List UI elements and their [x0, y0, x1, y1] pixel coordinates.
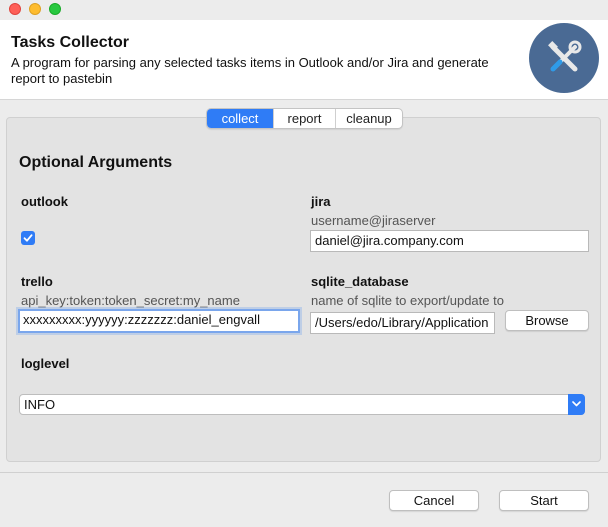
app-title: Tasks Collector — [11, 34, 129, 51]
trello-label: trello — [21, 274, 53, 289]
chevron-down-icon[interactable] — [568, 394, 585, 415]
app-header: Tasks Collector A program for parsing an… — [0, 20, 608, 100]
close-window-button[interactable] — [9, 3, 21, 15]
tab-bar: collect report cleanup — [206, 108, 403, 129]
minimize-window-button[interactable] — [29, 3, 41, 15]
jira-input[interactable]: daniel@jira.company.com — [310, 230, 589, 252]
trello-input[interactable]: xxxxxxxxx:yyyyyy:zzzzzzz:daniel_engvall — [18, 309, 300, 333]
section-title: Optional Arguments — [19, 154, 173, 171]
loglevel-label: loglevel — [21, 356, 70, 371]
window-titlebar — [0, 0, 608, 20]
tab-cleanup[interactable]: cleanup — [335, 109, 402, 128]
jira-hint: username@jiraserver — [311, 213, 436, 228]
sqlite-database-input[interactable]: /Users/edo/Library/Application — [310, 312, 495, 334]
tools-icon — [529, 23, 599, 93]
trello-hint: api_key:token:token_secret:my_name — [21, 293, 240, 308]
browse-button[interactable]: Browse — [505, 310, 589, 331]
sqlite-database-hint: name of sqlite to export/update to — [311, 293, 504, 308]
maximize-window-button[interactable] — [49, 3, 61, 15]
loglevel-select[interactable]: INFO — [19, 394, 585, 415]
jira-label: jira — [311, 194, 331, 209]
footer-divider — [0, 472, 608, 473]
checkmark-icon — [23, 234, 33, 242]
app-description: A program for parsing any selected tasks… — [11, 55, 489, 86]
start-button[interactable]: Start — [499, 490, 589, 511]
sqlite-database-label: sqlite_database — [311, 274, 409, 289]
cancel-button[interactable]: Cancel — [389, 490, 479, 511]
tab-report[interactable]: report — [273, 109, 335, 128]
outlook-checkbox[interactable] — [21, 231, 35, 245]
outlook-label: outlook — [21, 194, 68, 209]
tab-collect[interactable]: collect — [207, 109, 273, 128]
loglevel-value: INFO — [24, 397, 56, 412]
